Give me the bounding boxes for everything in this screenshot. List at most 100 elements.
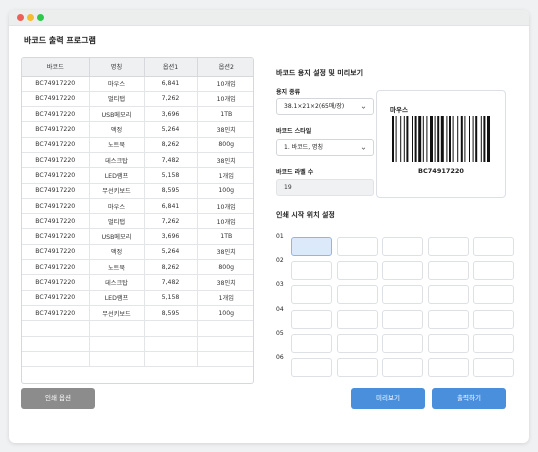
cell-barcode: BC74917220 xyxy=(22,106,90,123)
cell-barcode: BC74917220 xyxy=(22,91,90,108)
barcode-bar xyxy=(426,116,428,162)
position-cell[interactable] xyxy=(291,358,332,377)
cell-option1: 8,262 xyxy=(144,259,198,276)
close-window-dot[interactable] xyxy=(17,14,24,21)
table-row[interactable]: BC74917220 노트북 8,262 800g xyxy=(22,259,253,276)
position-cell[interactable] xyxy=(427,237,469,256)
position-cell[interactable] xyxy=(336,309,378,329)
cell-barcode: BC74917220 xyxy=(22,259,90,276)
position-cell[interactable] xyxy=(336,237,378,256)
table-row[interactable]: BC74917220 멀티탭 7,262 10개입 xyxy=(22,91,253,108)
barcode-bar xyxy=(464,116,466,162)
header-option1[interactable]: 옵션1 xyxy=(144,58,198,77)
preview-product-name: 마우스 xyxy=(390,106,408,114)
position-cell[interactable] xyxy=(291,261,332,281)
header-option2[interactable]: 옵션2 xyxy=(197,58,253,77)
preview-barcode-number: BC74917220 xyxy=(418,167,464,175)
table-row[interactable]: BC74917220 LED램프 5,158 1개입 xyxy=(22,290,253,306)
position-cell[interactable] xyxy=(427,309,469,329)
position-cell[interactable] xyxy=(382,261,423,281)
table-row[interactable]: BC74917220 노트북 8,262 800g xyxy=(22,137,253,153)
barcode-style-select[interactable]: 1. 바코드, 명칭 xyxy=(276,139,374,156)
cell-name: 데스크탑 xyxy=(89,274,145,291)
cell-option1: 3,696 xyxy=(144,106,198,123)
preview-button[interactable]: 미리보기 xyxy=(351,388,425,409)
table-row[interactable]: BC74917220 멀티탭 7,262 10개입 xyxy=(22,213,253,230)
position-cell[interactable] xyxy=(336,285,378,305)
table-row[interactable]: BC74917220 마우스 6,841 10개입 xyxy=(22,76,253,92)
barcode-bar xyxy=(472,116,474,162)
position-cell[interactable] xyxy=(382,309,423,329)
cell-barcode xyxy=(22,336,90,352)
position-cell[interactable] xyxy=(382,237,423,256)
position-cell[interactable] xyxy=(291,285,332,305)
position-cell[interactable] xyxy=(473,285,514,305)
maximize-window-dot[interactable] xyxy=(37,14,44,21)
cell-barcode: BC74917220 xyxy=(22,183,90,199)
position-cell[interactable] xyxy=(291,309,332,329)
table-row[interactable]: BC74917220 데스크탑 7,482 38인치 xyxy=(22,274,253,291)
barcode-bar xyxy=(449,116,451,162)
table-row[interactable]: BC74917220 무선키보드 8,595 100g xyxy=(22,305,253,322)
barcode-table: 바코드 명칭 옵션1 옵션2 BC74917220 마우스 6,841 10개입 BC7… xyxy=(21,57,254,384)
position-cell[interactable] xyxy=(473,261,514,281)
print-button[interactable]: 출력하기 xyxy=(432,388,506,409)
cell-name: USB메모리 xyxy=(89,106,145,123)
position-cell[interactable] xyxy=(473,358,514,377)
position-cell[interactable] xyxy=(427,285,469,305)
barcode-bar xyxy=(406,116,409,162)
title-bar xyxy=(9,10,529,26)
table-row[interactable]: BC74917220 무선키보드 8,595 100g xyxy=(22,183,253,199)
position-cell[interactable] xyxy=(427,261,469,281)
chevron-down-icon xyxy=(361,106,366,109)
table-row[interactable]: BC74917220 액정 5,264 38인치 xyxy=(22,121,253,138)
header-name[interactable]: 명칭 xyxy=(89,58,145,77)
barcode-bar xyxy=(452,116,454,162)
barcode-bar xyxy=(460,116,463,162)
table-row[interactable]: BC74917220 데스크탑 7,482 38인치 xyxy=(22,152,253,169)
cell-barcode: BC74917220 xyxy=(22,137,90,153)
table-row[interactable]: BC74917220 USB메모리 3,696 1TB xyxy=(22,106,253,123)
position-cell[interactable] xyxy=(473,237,514,256)
cell-option1: 7,262 xyxy=(144,213,198,230)
position-cell[interactable] xyxy=(382,285,423,305)
position-cell[interactable] xyxy=(473,333,514,353)
table-row[interactable]: BC74917220 LED램프 5,158 1개입 xyxy=(22,167,253,184)
print-options-button[interactable]: 인쇄 옵션 xyxy=(21,388,95,409)
position-cell[interactable] xyxy=(336,261,378,281)
cell-option1: 6,841 xyxy=(144,198,198,215)
paper-type-select[interactable]: 38.1×21×2(65매/장) xyxy=(276,98,374,115)
position-cell[interactable] xyxy=(382,333,423,353)
cell-barcode: BC74917220 xyxy=(22,290,90,306)
cell-barcode: BC74917220 xyxy=(22,244,90,261)
position-cell[interactable] xyxy=(291,333,332,353)
table-row[interactable] xyxy=(22,351,253,368)
cell-barcode: BC74917220 xyxy=(22,121,90,138)
label-count-field: 19 xyxy=(276,179,374,196)
table-row[interactable] xyxy=(22,336,253,352)
position-cell[interactable] xyxy=(427,333,469,353)
cell-option1: 5,158 xyxy=(144,167,198,184)
table-row[interactable] xyxy=(22,320,253,337)
position-cell[interactable] xyxy=(291,237,332,256)
cell-option2: 38인치 xyxy=(197,152,253,169)
cell-name: USB메모리 xyxy=(89,228,145,245)
position-cell[interactable] xyxy=(336,333,378,353)
table-row[interactable]: BC74917220 USB메모리 3,696 1TB xyxy=(22,228,253,245)
cell-option1 xyxy=(144,351,198,368)
cell-name xyxy=(89,320,145,337)
minimize-window-dot[interactable] xyxy=(27,14,34,21)
position-cell[interactable] xyxy=(382,358,423,377)
table-row[interactable]: BC74917220 마우스 6,841 10개입 xyxy=(22,198,253,215)
cell-option1 xyxy=(144,320,198,337)
position-cell[interactable] xyxy=(336,358,378,377)
table-row[interactable]: BC74917220 액정 5,264 38인치 xyxy=(22,244,253,261)
cell-option2: 1개입 xyxy=(197,290,253,306)
header-barcode[interactable]: 바코드 xyxy=(22,58,90,77)
barcode-image xyxy=(392,116,490,162)
position-cell[interactable] xyxy=(427,358,469,377)
cell-option1: 7,482 xyxy=(144,274,198,291)
cell-barcode: BC74917220 xyxy=(22,152,90,169)
position-cell[interactable] xyxy=(473,309,514,329)
cell-option1: 5,264 xyxy=(144,121,198,138)
